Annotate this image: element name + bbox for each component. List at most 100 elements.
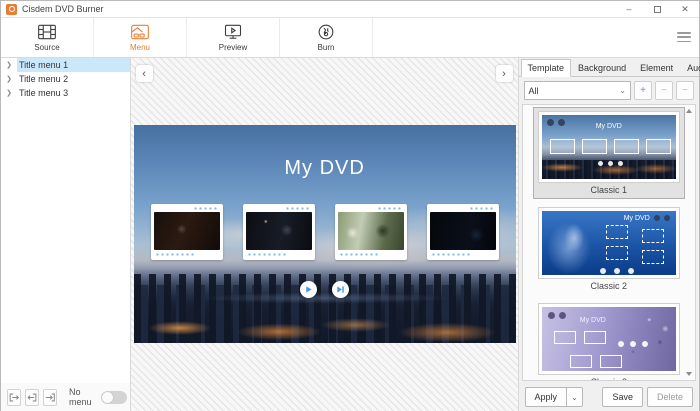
content-area: ❯ Title menu 1 ❯ Title menu 2 ❯ Title me… <box>1 58 699 411</box>
menu-frame-box <box>550 139 575 154</box>
template-thumbnail: My DVD <box>539 208 679 278</box>
apply-button[interactable]: Apply <box>525 387 568 407</box>
maximize-icon <box>654 6 661 13</box>
menu-frame-box <box>642 229 664 243</box>
menu-layout-icon <box>130 23 150 41</box>
burn-disc-icon <box>316 23 336 41</box>
menu-editor-area: ‹ › My DVD <box>131 58 518 411</box>
sidebar-item-title-menu-1[interactable]: ❯ Title menu 1 <box>1 58 130 72</box>
frame-ornament-dots <box>194 207 218 210</box>
main-toolbar: Source Menu Preview Burn <box>1 18 699 58</box>
tab-preview[interactable]: Preview <box>187 18 280 57</box>
tab-audio[interactable]: Audio <box>680 59 700 77</box>
no-menu-toggle[interactable] <box>101 391 127 404</box>
hamburger-menu-icon[interactable] <box>677 32 691 42</box>
delete-button[interactable]: Delete <box>647 387 693 407</box>
film-strip-icon <box>37 23 57 41</box>
frame-ornament-dots <box>378 207 402 210</box>
template-menu-title: My DVD <box>542 123 676 130</box>
dvd-menu-canvas[interactable]: My DVD <box>134 125 516 343</box>
arrow-in-right-button[interactable] <box>43 389 57 406</box>
menu-button-dot <box>618 161 623 166</box>
apply-options-button[interactable]: ⌄ <box>567 387 583 407</box>
window-controls: – ✕ <box>615 1 699 17</box>
menu-button-dot <box>600 268 606 274</box>
video-thumbnail-4[interactable] <box>427 204 499 260</box>
menu-button-dot <box>614 268 620 274</box>
template-thumbnail: My DVD <box>539 304 679 374</box>
sidebar-item-label: Title menu 1 <box>17 58 130 72</box>
sidebar-footer: No menu <box>1 383 130 411</box>
maximize-button[interactable] <box>643 1 671 17</box>
template-menu-title: My DVD <box>580 317 606 324</box>
add-template-button[interactable]: + <box>634 81 652 100</box>
video-thumbnail-3[interactable] <box>335 204 407 260</box>
style-panel: Template Background Element Audio All ⌄ … <box>518 58 699 411</box>
play-button[interactable] <box>300 281 317 298</box>
sidebar-item-title-menu-3[interactable]: ❯ Title menu 3 <box>1 86 130 100</box>
menu-button-dot <box>618 341 624 347</box>
title-menu-sidebar: ❯ Title menu 1 ❯ Title menu 2 ❯ Title me… <box>1 58 131 411</box>
tab-background[interactable]: Background <box>571 59 633 77</box>
close-button[interactable]: ✕ <box>671 1 699 17</box>
template-name: Classic 2 <box>538 278 680 292</box>
menu-frame-box <box>582 139 607 154</box>
menu-frame-box <box>614 139 639 154</box>
skip-next-button[interactable] <box>332 281 349 298</box>
frame-ornament-dots <box>286 207 310 210</box>
video-thumbnail-1[interactable] <box>151 204 223 260</box>
nav-circle-icon <box>664 215 670 221</box>
scroll-up-icon[interactable] <box>686 109 692 113</box>
frame-ornament-dots <box>470 207 494 210</box>
frame-ornament-dots <box>432 253 470 256</box>
menu-button-dot <box>642 341 648 347</box>
video-frame-image <box>338 212 404 250</box>
sidebar-item-label: Title menu 3 <box>17 86 130 100</box>
tab-element[interactable]: Element <box>633 59 680 77</box>
menu-button-dot <box>630 341 636 347</box>
clear-template-button[interactable]: − <box>676 81 694 100</box>
template-item-classic-2[interactable]: My DVD Classic 2 <box>533 203 685 295</box>
frame-ornament-dots <box>248 253 286 256</box>
arrow-in-left-button[interactable] <box>25 389 39 406</box>
frame-ornament-dots <box>156 253 194 256</box>
dvd-menu-title[interactable]: My DVD <box>134 157 516 180</box>
menu-playback-controls <box>134 281 516 298</box>
chevron-right-icon[interactable]: ❯ <box>1 61 17 69</box>
select-value: All <box>529 86 539 96</box>
scroll-down-icon[interactable] <box>686 372 692 376</box>
tab-preview-label: Preview <box>219 43 247 52</box>
chevron-right-icon[interactable]: ❯ <box>1 75 17 83</box>
add-title-menu-button[interactable] <box>7 389 21 406</box>
tab-template[interactable]: Template <box>521 59 572 77</box>
template-filter-row: All ⌄ + − − <box>524 81 694 100</box>
save-button[interactable]: Save <box>602 387 643 407</box>
remove-template-button[interactable]: − <box>655 81 673 100</box>
previous-menu-button[interactable]: ‹ <box>136 65 153 82</box>
nav-circle-icon <box>559 312 566 319</box>
menu-frame-box <box>584 331 606 344</box>
template-category-select[interactable]: All ⌄ <box>524 81 631 100</box>
template-item-classic-3[interactable]: My DVD Classic 3 <box>533 299 685 381</box>
tab-burn[interactable]: Burn <box>280 18 373 57</box>
sidebar-item-title-menu-2[interactable]: ❯ Title menu 2 <box>1 72 130 86</box>
template-menu-title: My DVD <box>624 215 650 222</box>
skip-next-icon <box>336 285 345 294</box>
tab-menu[interactable]: Menu <box>94 18 187 57</box>
next-menu-button[interactable]: › <box>496 65 513 82</box>
template-list: My DVD Classic 1 My DVD <box>522 104 696 381</box>
video-thumbnail-2[interactable] <box>243 204 315 260</box>
frame-ornament-dots <box>340 253 378 256</box>
chevron-right-icon[interactable]: ❯ <box>1 89 17 97</box>
tab-source[interactable]: Source <box>1 18 94 57</box>
tab-source-label: Source <box>34 43 59 52</box>
city-skyline-image <box>134 268 516 343</box>
template-item-classic-1[interactable]: My DVD Classic 1 <box>533 107 685 199</box>
menu-frame-box <box>606 225 628 239</box>
title-bar: Cisdem DVD Burner – ✕ <box>1 1 699 18</box>
minimize-button[interactable]: – <box>615 1 643 17</box>
arrow-in-right-icon <box>44 392 56 403</box>
style-panel-footer: Apply ⌄ Save Delete <box>519 383 699 411</box>
style-panel-tabs: Template Background Element Audio <box>519 58 699 77</box>
template-scrollbar[interactable] <box>683 106 694 379</box>
